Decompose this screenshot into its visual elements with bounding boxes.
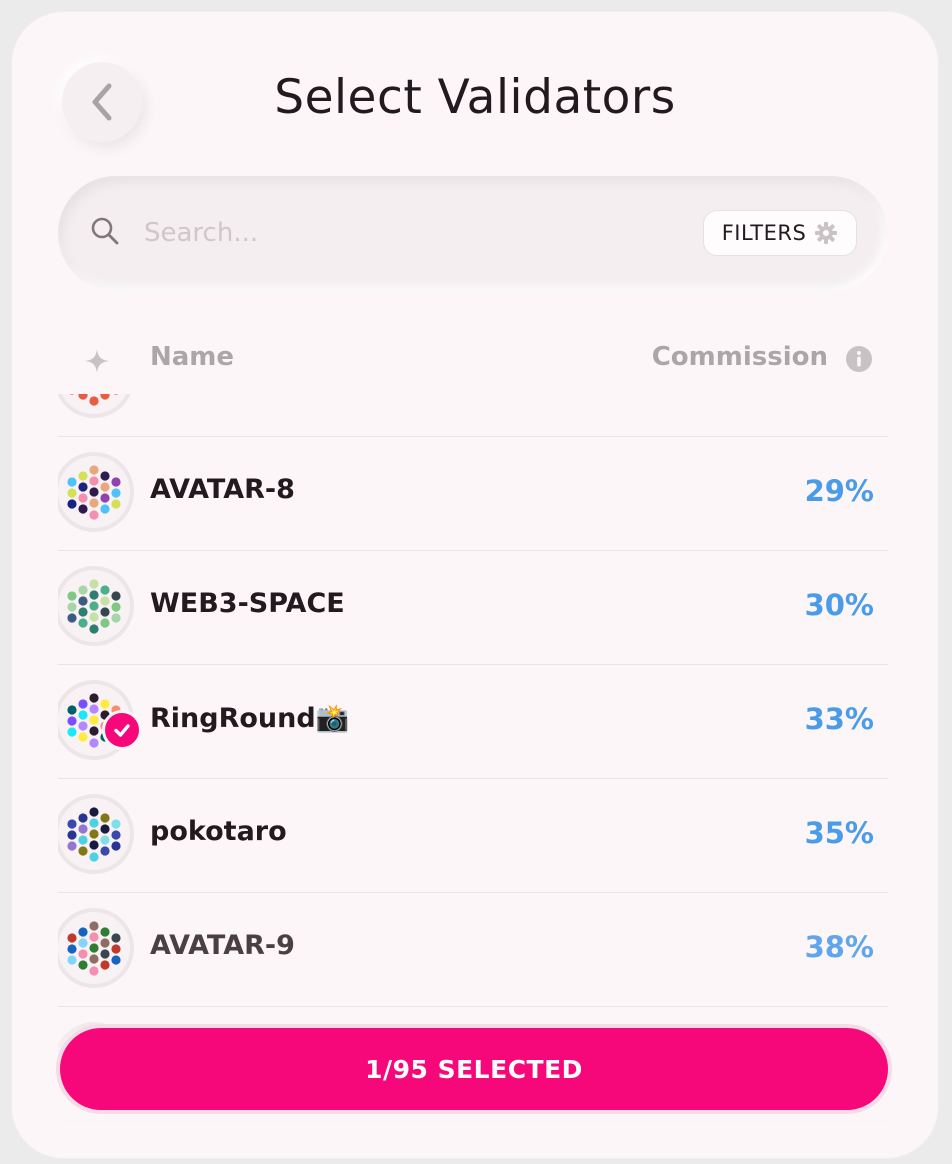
- filters-button[interactable]: FILTERS: [703, 210, 857, 256]
- validator-row[interactable]: RingRound📸 33%: [58, 664, 888, 779]
- validator-row[interactable]: [58, 394, 888, 437]
- validator-avatar: [58, 570, 130, 642]
- identicon-icon: [67, 579, 121, 634]
- validator-row[interactable]: pokotaro 35%: [58, 778, 888, 893]
- gear-icon: [815, 222, 838, 244]
- column-name-header[interactable]: Name: [150, 342, 234, 372]
- validator-avatar: [58, 912, 130, 984]
- validator-select-panel: Select Validators FILTERS: [12, 12, 938, 1158]
- validator-name: RingRound📸: [150, 703, 350, 734]
- identicon-icon: [67, 921, 121, 976]
- search-bar: FILTERS: [58, 176, 888, 291]
- validator-avatar: [58, 798, 130, 870]
- validator-commission: 33%: [804, 702, 874, 736]
- column-header: Name Commission: [58, 334, 888, 384]
- validator-name: WEB3-SPACE: [150, 588, 345, 619]
- validator-commission: 29%: [804, 474, 874, 508]
- column-commission-header[interactable]: Commission: [652, 342, 828, 372]
- info-icon[interactable]: [845, 345, 873, 373]
- selected-check-icon: [102, 710, 142, 750]
- selected-count-label: 1/95 SELECTED: [365, 1054, 583, 1084]
- validator-row[interactable]: AVATAR-9 38%: [58, 892, 888, 1007]
- filters-label: FILTERS: [721, 221, 807, 245]
- validator-avatar: [58, 456, 130, 528]
- validator-name: AVATAR-9: [150, 930, 295, 961]
- page-title: Select Validators: [274, 70, 676, 125]
- validator-commission: 35%: [804, 816, 874, 850]
- validator-commission: 38%: [804, 930, 874, 964]
- validator-name: pokotaro: [150, 816, 287, 847]
- search-input[interactable]: [142, 210, 666, 256]
- sparkle-icon[interactable]: [84, 348, 110, 374]
- validator-avatar: [58, 394, 130, 414]
- validator-name: AVATAR-8: [150, 474, 295, 505]
- identicon-icon: [67, 807, 121, 862]
- validator-row[interactable]: WEB3-SPACE 30%: [58, 550, 888, 665]
- validator-row[interactable]: AVATAR-8 29%: [58, 436, 888, 551]
- search-icon: [91, 217, 119, 245]
- selected-count-button[interactable]: 1/95 SELECTED: [60, 1028, 888, 1110]
- identicon-icon: [69, 394, 119, 406]
- validator-commission: 30%: [804, 588, 874, 622]
- identicon-icon: [67, 465, 121, 520]
